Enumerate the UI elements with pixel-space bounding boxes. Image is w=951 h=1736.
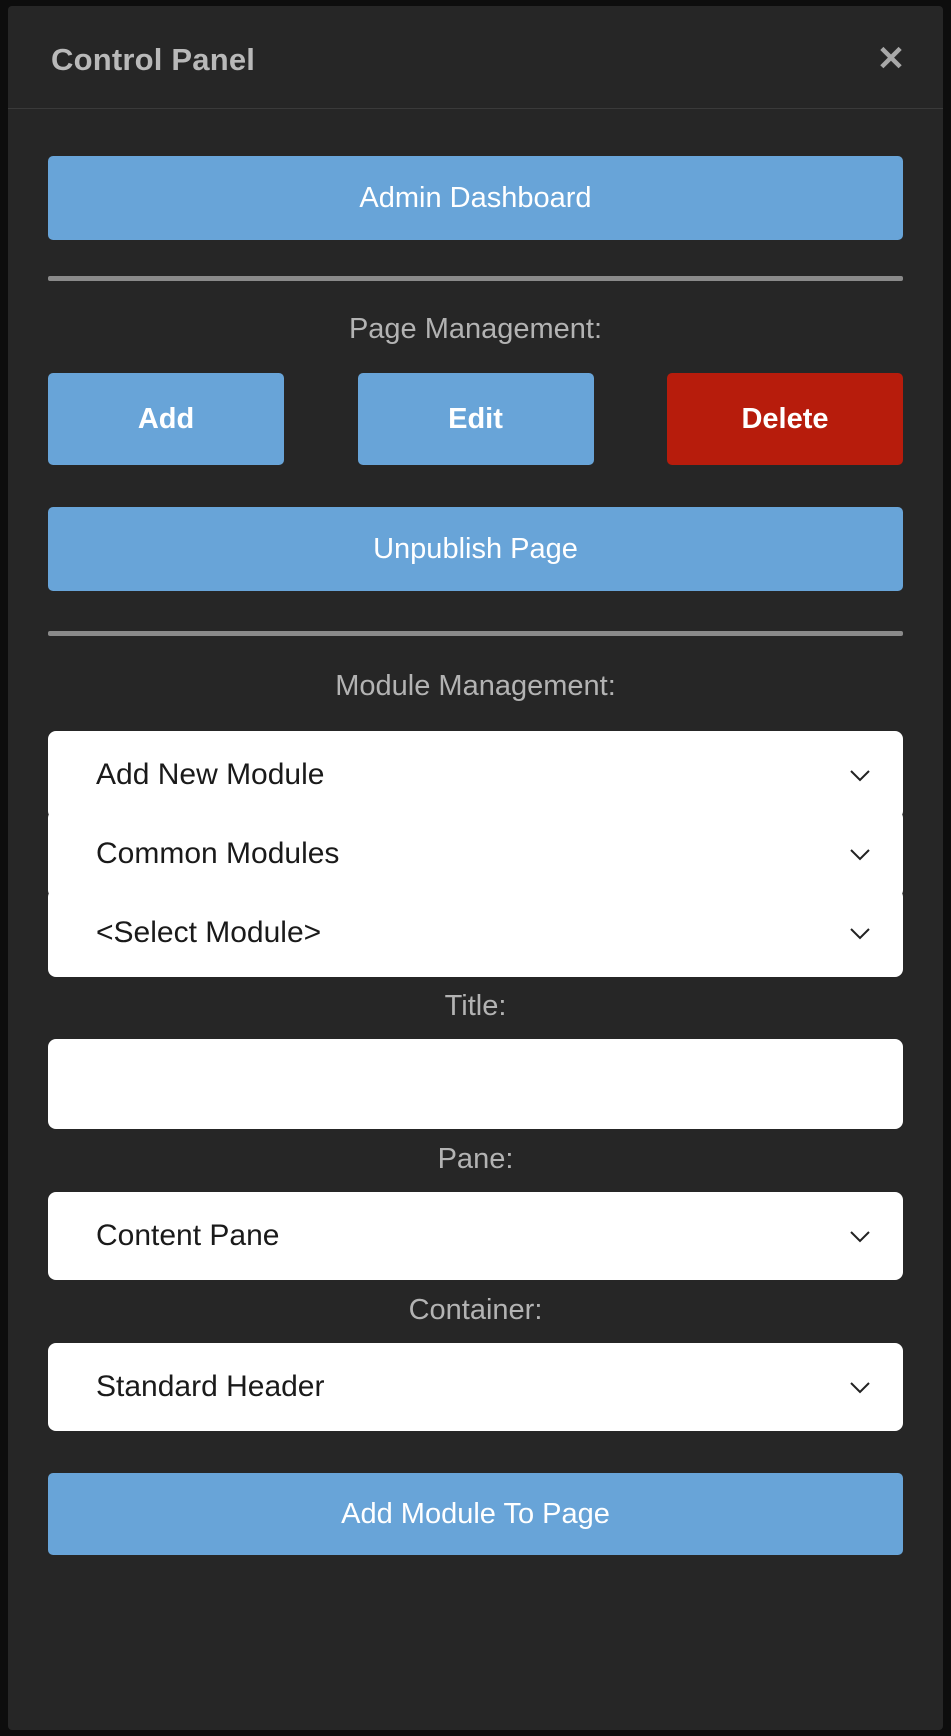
edit-page-button[interactable]: Edit xyxy=(357,373,594,465)
chevron-down-icon xyxy=(847,1223,873,1249)
page-management-buttons: Add Edit Delete xyxy=(48,373,903,465)
common-modules-select[interactable]: Common Modules xyxy=(48,810,903,898)
add-new-module-select-value: Add New Module xyxy=(96,758,325,791)
pane-field-label: Pane: xyxy=(437,1143,514,1175)
add-page-button[interactable]: Add xyxy=(48,373,284,465)
title-input[interactable] xyxy=(48,1039,903,1129)
delete-page-button[interactable]: Delete xyxy=(667,373,903,465)
unpublish-page-button[interactable]: Unpublish Page xyxy=(48,507,903,591)
modal-body: Admin Dashboard Page Management: Add Edi… xyxy=(8,109,943,1730)
top-spacer xyxy=(48,109,903,156)
page-management-label: Page Management: xyxy=(348,313,603,345)
control-panel-modal: Control Panel ✕ Admin Dashboard Page Man… xyxy=(8,6,943,1730)
screen-root: Control Panel ✕ Admin Dashboard Page Man… xyxy=(0,0,951,1736)
add-new-module-select[interactable]: Add New Module xyxy=(48,731,903,819)
chevron-down-icon xyxy=(847,762,873,788)
select-module-select-value: <Select Module> xyxy=(96,916,322,949)
container-select[interactable]: Standard Header xyxy=(48,1343,903,1431)
add-module-to-page-button[interactable]: Add Module To Page xyxy=(48,1473,903,1555)
common-modules-select-value: Common Modules xyxy=(96,837,340,870)
pane-select-value: Content Pane xyxy=(96,1219,280,1252)
admin-dashboard-button[interactable]: Admin Dashboard xyxy=(48,156,903,240)
divider-module-management xyxy=(48,631,903,636)
chevron-down-icon xyxy=(847,1374,873,1400)
container-field-label: Container: xyxy=(408,1294,543,1326)
divider-page-management xyxy=(48,276,903,281)
chevron-down-icon xyxy=(847,841,873,867)
modal-titlebar: Control Panel ✕ xyxy=(8,6,943,109)
page-title: Control Panel xyxy=(51,42,256,77)
container-select-value: Standard Header xyxy=(96,1370,325,1403)
pane-select[interactable]: Content Pane xyxy=(48,1192,903,1280)
module-management-label: Module Management: xyxy=(335,670,616,702)
close-icon[interactable]: ✕ xyxy=(867,36,915,82)
select-module-select[interactable]: <Select Module> xyxy=(48,889,903,977)
title-field-label: Title: xyxy=(444,990,507,1022)
chevron-down-icon xyxy=(847,920,873,946)
